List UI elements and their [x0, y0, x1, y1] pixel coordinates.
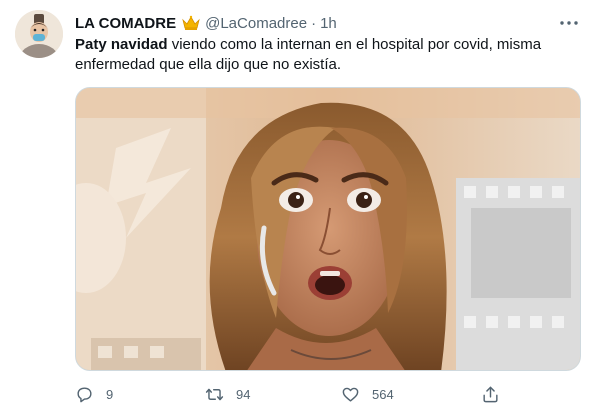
timestamp[interactable]: 1h [320, 15, 337, 32]
crown-icon [181, 15, 201, 31]
display-name[interactable]: LA COMADRE [75, 15, 176, 32]
heart-icon [341, 385, 360, 404]
reply-count: 9 [106, 386, 114, 402]
reply-icon [75, 385, 94, 404]
handle[interactable]: @LaComadree [205, 15, 307, 32]
like-count: 564 [372, 386, 394, 402]
share-icon [481, 385, 500, 404]
retweet-icon [205, 385, 224, 404]
retweet-count: 94 [236, 386, 251, 402]
tweet-image[interactable] [75, 87, 581, 371]
separator-dot: · [311, 14, 317, 32]
tweet-highlight[interactable]: Paty navidad [75, 36, 168, 53]
action-bar: 9 94 564 [75, 383, 505, 407]
tweet-text: Paty navidad viendo como la internan en … [75, 35, 580, 75]
avatar-icon [15, 10, 63, 58]
reply-button[interactable]: 9 [75, 383, 113, 405]
tweet-header: LA COMADRE @LaComadree · 1h [75, 13, 337, 33]
avatar[interactable] [15, 10, 63, 58]
tweet[interactable]: LA COMADRE @LaComadree · 1h Paty navidad… [0, 0, 596, 413]
retweet-button[interactable]: 94 [205, 383, 250, 405]
like-button[interactable]: 564 [341, 383, 394, 405]
more-icon[interactable] [558, 12, 580, 34]
share-button[interactable] [481, 383, 500, 405]
